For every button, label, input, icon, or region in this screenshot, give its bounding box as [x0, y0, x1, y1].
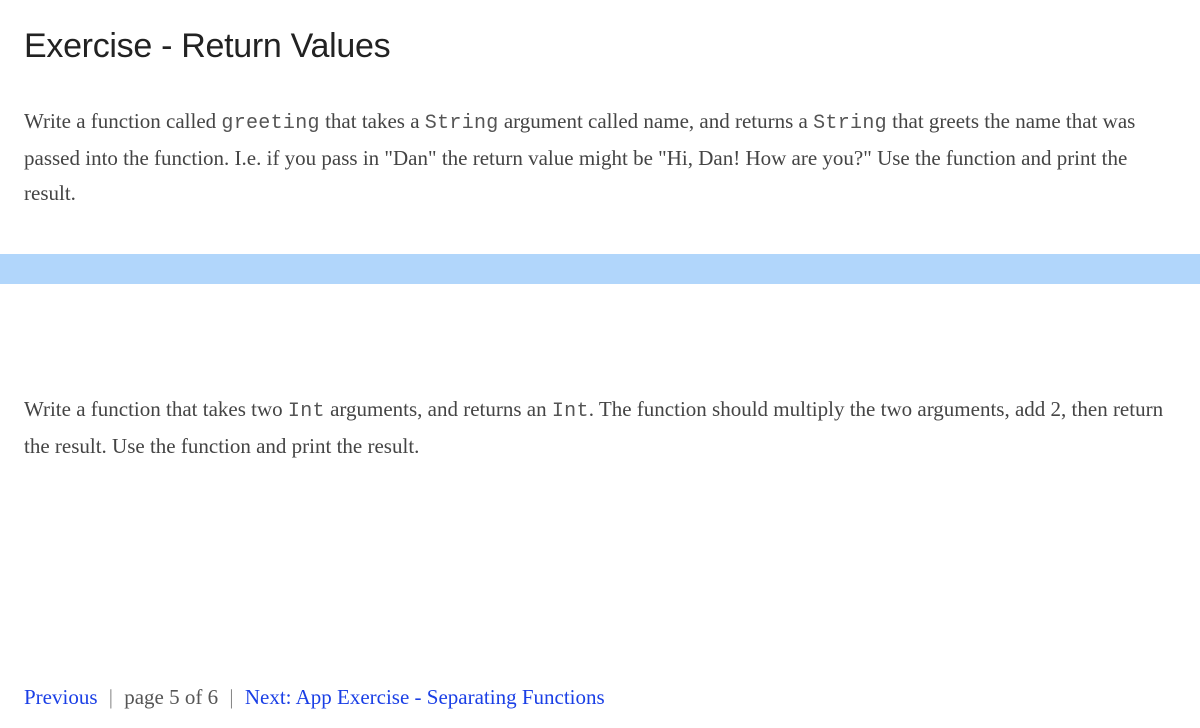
text-segment: argument called name, and returns a: [499, 109, 814, 133]
text-segment: that takes a: [320, 109, 425, 133]
code-string-1: String: [425, 112, 499, 135]
text-segment: arguments, and returns an: [325, 397, 552, 421]
code-int-2: Int: [552, 400, 589, 423]
next-link[interactable]: Next: App Exercise - Separating Function…: [245, 685, 605, 709]
page-indicator: page 5 of 6: [124, 685, 218, 709]
text-segment: Write a function called: [24, 109, 221, 133]
navigation-footer: Previous | page 5 of 6 | Next: App Exerc…: [24, 680, 605, 716]
previous-link[interactable]: Previous: [24, 685, 98, 709]
code-int-1: Int: [288, 400, 325, 423]
exercise-paragraph-1: Write a function called greeting that ta…: [24, 104, 1176, 212]
nav-separator: |: [109, 685, 113, 709]
text-segment: Write a function that takes two: [24, 397, 288, 421]
code-string-2: String: [813, 112, 887, 135]
nav-separator: |: [229, 685, 233, 709]
exercise-paragraph-2: Write a function that takes two Int argu…: [24, 392, 1176, 465]
selection-highlight: [0, 254, 1200, 284]
page-title: Exercise - Return Values: [24, 18, 1176, 76]
code-greeting: greeting: [221, 112, 319, 135]
